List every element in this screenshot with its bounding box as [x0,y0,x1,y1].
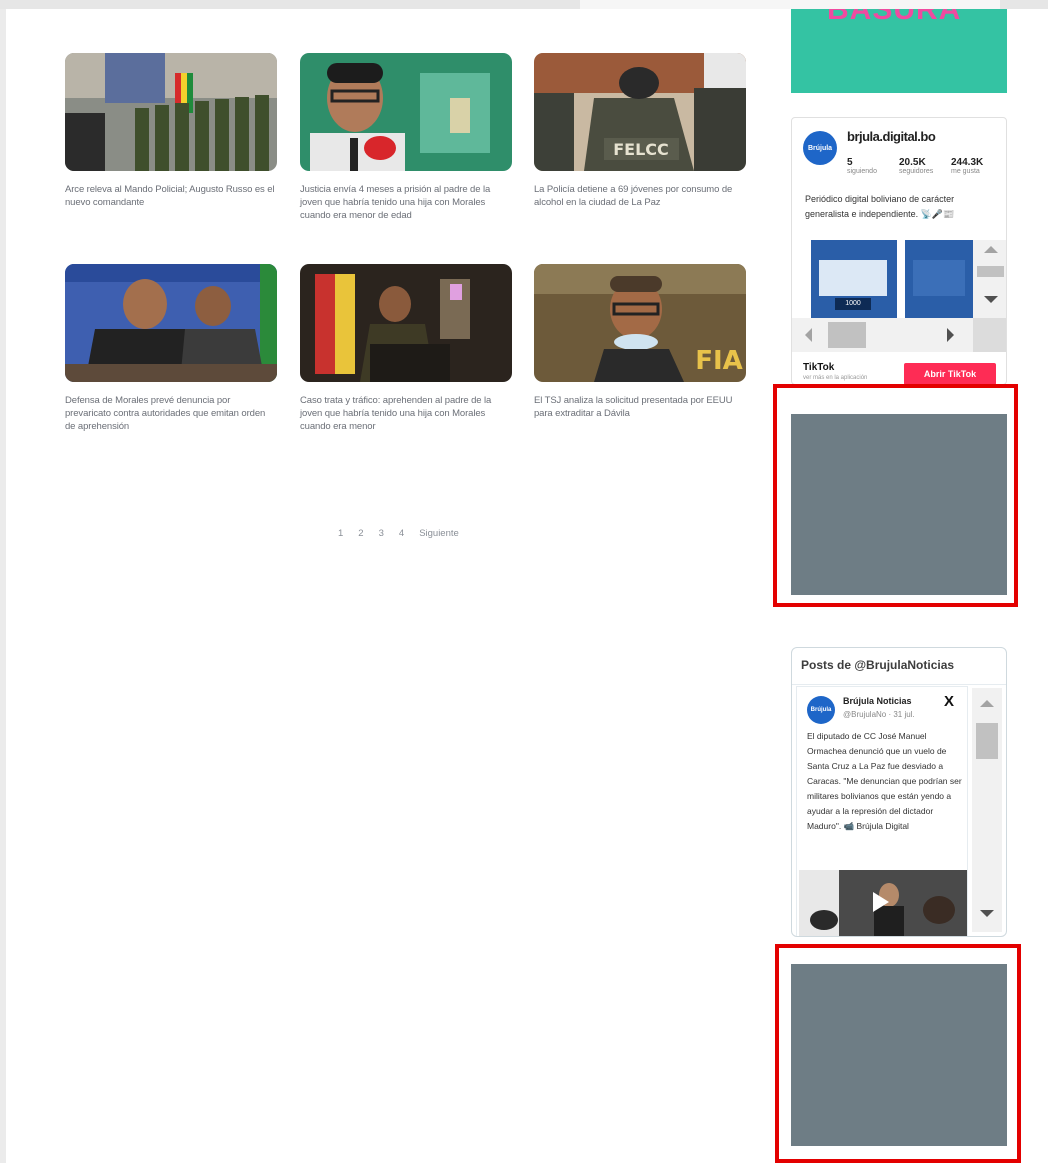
ad-text: BASURA [827,9,962,26]
page-link-3[interactable]: 3 [379,528,384,539]
tweet-card[interactable]: Brújula Brújula Noticias @BrujulaNo · 31… [796,686,968,936]
tiktok-embed: Brújula brjula.digital.bo 5 siguiendo 20… [791,117,1007,385]
tiktok-stat: 20.5K seguidores [899,157,934,175]
open-tiktok-button[interactable]: Abrir TikTok [904,363,996,384]
page-link-1[interactable]: 1 [338,528,343,539]
news-thumbnail[interactable] [300,53,512,171]
tweet-avatar[interactable]: Brújula [807,696,835,724]
tiktok-bio: Periódico digital boliviano de carácter … [805,194,955,219]
scroll-up-arrow-icon[interactable] [984,246,998,253]
tiktok-handle[interactable]: brjula.digital.bo [847,129,936,144]
news-thumbnail[interactable] [65,53,277,171]
top-bar [0,0,1048,9]
news-caption[interactable]: Arce releva al Mando Policial; Augusto R… [65,183,277,209]
news-thumbnail[interactable]: FELCC [534,53,746,171]
news-image-official-podium [300,264,512,382]
tweet-meta[interactable]: @BrujulaNo · 31 jul. [843,710,915,719]
news-card[interactable]: Caso trata y tráfico: aprehenden al padr… [300,264,512,433]
news-card[interactable]: FIA El TSJ analiza la solicitud presenta… [534,264,746,420]
page-link-4[interactable]: 4 [399,528,404,539]
news-caption[interactable]: Caso trata y tráfico: aprehenden al padr… [300,394,512,433]
page-link-2[interactable]: 2 [358,528,363,539]
news-image-press-conference [65,264,277,382]
scroll-up-arrow-icon[interactable] [980,700,994,707]
horizontal-scrollbar[interactable] [792,318,973,352]
scroll-right-arrow-icon[interactable] [947,328,954,342]
tiktok-video-thumbnail[interactable] [905,240,973,320]
news-image-interview [300,53,512,171]
advertisement-banner[interactable]: BASURA [791,9,1007,93]
news-thumbnail[interactable]: FIA [534,264,746,382]
tweet-text: El diputado de CC José Manuel Ormachea d… [807,731,962,831]
vertical-scrollbar[interactable] [972,688,1002,932]
scrollbar-thumb[interactable] [977,266,1004,277]
next-page-link[interactable]: Siguiente [419,528,459,539]
play-icon[interactable] [873,892,889,912]
news-image-felcc-officers: FELCC [534,53,746,171]
scroll-down-arrow-icon[interactable] [984,296,998,303]
ad-slot[interactable] [791,414,1007,595]
news-card[interactable]: Justicia envía 4 meses a prisión al padr… [300,53,512,222]
twitter-timeline-embed: Posts de @BrujulaNoticias Brújula Brújul… [791,647,1007,937]
vertical-scrollbar[interactable] [973,240,1006,318]
pagination: 1 2 3 4 Siguiente [338,528,459,539]
svg-text:FIA: FIA [695,346,743,376]
scrollbar-corner [973,318,1006,352]
page: Arce releva al Mando Policial; Augusto R… [6,9,1048,1163]
tiktok-profile-avatar[interactable]: Brújula [803,131,837,165]
tiktok-stat: 5 siguiendo [847,157,877,175]
tweet-author-name[interactable]: Brújula Noticias [843,696,912,706]
tiktok-stat: 244.3K me gusta [951,157,984,175]
news-caption[interactable]: Defensa de Morales prevé denuncia por pr… [65,394,277,433]
tiktok-stats: 5 siguiendo 20.5K seguidores 244.3K me g… [847,157,1003,175]
news-caption[interactable]: Justicia envía 4 meses a prisión al padr… [300,183,512,222]
news-image-detainee: FIA [534,264,746,382]
news-card[interactable]: Defensa de Morales prevé denuncia por pr… [65,264,277,433]
scroll-down-arrow-icon[interactable] [980,910,994,917]
news-image-police-ceremony [65,53,277,171]
news-caption[interactable]: La Policía detiene a 69 jóvenes por cons… [534,183,746,209]
x-logo-icon[interactable]: X [944,693,954,710]
news-thumbnail[interactable] [65,264,277,382]
tweet-video[interactable] [799,870,967,936]
tiktok-subtext: ver más en la aplicación [803,375,868,381]
tiktok-video-thumbnail[interactable]: 1000 [811,240,897,320]
news-card[interactable]: FELCC La Policía detiene a 69 jóvenes po… [534,53,746,209]
news-thumbnail[interactable] [300,264,512,382]
tiktok-video-strip: 1000 [792,230,973,320]
news-card[interactable]: Arce releva al Mando Policial; Augusto R… [65,53,277,209]
ad-slot[interactable] [791,964,1007,1146]
timeline-title[interactable]: Posts de @BrujulaNoticias [801,658,954,672]
scrollbar-thumb[interactable] [828,322,866,348]
news-caption[interactable]: El TSJ analiza la solicitud presentada p… [534,394,746,420]
svg-text:FELCC: FELCC [613,140,669,159]
scroll-left-arrow-icon[interactable] [805,328,812,342]
scrollbar-thumb[interactable] [976,723,998,759]
tiktok-brand: TikTok [803,362,835,373]
